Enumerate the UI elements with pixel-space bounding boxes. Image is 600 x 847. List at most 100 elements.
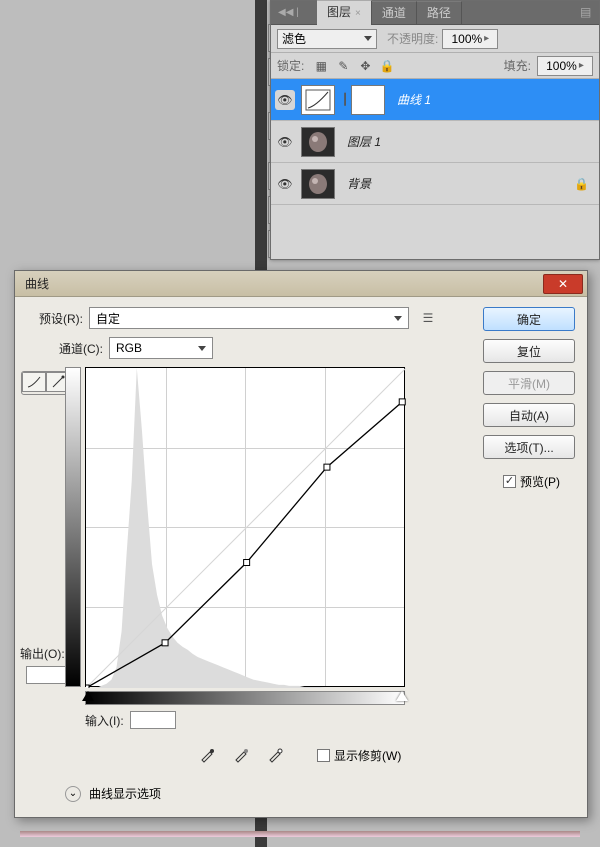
panel-collapse-icon[interactable]: ◀◀ |	[274, 4, 312, 24]
show-clipping-label: 显示修剪(W)	[334, 747, 401, 764]
lock-brush-icon[interactable]: ✎	[334, 57, 352, 75]
link-icon[interactable]: ┃	[339, 93, 351, 106]
dialog-body: 预设(R): 自定 ☰ 通道(C): RGB	[15, 297, 587, 812]
tab-layers-label: 图层	[327, 5, 351, 19]
chevron-down-icon: ⌄	[65, 786, 81, 802]
fill-input[interactable]: 100%▸	[537, 56, 593, 76]
layer-name: 曲线 1	[397, 91, 431, 108]
gray-eyedropper[interactable]	[229, 743, 253, 767]
curve-point[interactable]	[324, 464, 330, 470]
right-column: 确定 复位 平滑(M) 自动(A) 选项(T)... 预览(P)	[483, 307, 575, 802]
smooth-button[interactable]: 平滑(M)	[483, 371, 575, 395]
curve-tool-group	[21, 371, 71, 395]
preset-menu-icon[interactable]: ☰	[417, 307, 439, 329]
reset-button[interactable]: 复位	[483, 339, 575, 363]
channel-label: 通道(C):	[47, 340, 103, 357]
input-gradient[interactable]	[85, 691, 405, 705]
input-label: 输入(I):	[85, 712, 124, 729]
left-column: 预设(R): 自定 ☰ 通道(C): RGB	[27, 307, 473, 802]
point-curve-tool[interactable]	[22, 372, 46, 392]
eyedropper-row: 显示修剪(W)	[195, 743, 405, 767]
chevron-down-icon	[198, 346, 206, 351]
layer-row-image1[interactable]: 👁 图层 1	[271, 121, 599, 163]
tab-layers[interactable]: 图层 ×	[317, 0, 372, 25]
opacity-input[interactable]: 100%▸	[442, 29, 498, 49]
layer-row-curves[interactable]: 👁 ┃ 曲线 1	[271, 79, 599, 121]
white-point-slider[interactable]	[396, 691, 408, 701]
opacity-label: 不透明度:	[387, 30, 438, 47]
black-eyedropper[interactable]	[195, 743, 219, 767]
visibility-eye-icon[interactable]: 👁	[275, 174, 295, 194]
channel-value: RGB	[116, 341, 142, 355]
layer-row-background[interactable]: 👁 背景 🔒	[271, 163, 599, 205]
panel-tabs: 图层 × 通道 路径	[271, 1, 599, 25]
layers-panel: ◀◀ | 图层× 通道 路径 ▤ 滤色 不透明度: 100%▸ 锁定: ▦ ✎ …	[270, 0, 600, 260]
tab-close-icon[interactable]: ×	[355, 8, 361, 19]
chevron-down-icon: ▸	[484, 33, 489, 44]
panel-menu-icon[interactable]: ▤	[580, 5, 594, 19]
adjustment-thumb[interactable]	[301, 85, 335, 115]
black-point-slider[interactable]	[82, 691, 94, 701]
curve-point[interactable]	[162, 640, 168, 646]
output-gradient	[65, 367, 81, 687]
chevron-down-icon	[364, 36, 372, 41]
blend-mode-select[interactable]: 滤色	[277, 29, 377, 49]
curves-dialog: 曲线 ✕ 预设(R): 自定 ☰ 通道(C): RGB	[14, 270, 588, 818]
opacity-value: 100%	[451, 32, 482, 46]
auto-label: 自动(A)	[509, 407, 549, 424]
close-icon: ✕	[558, 277, 568, 291]
fill-value: 100%	[546, 59, 577, 73]
visibility-eye-icon[interactable]: 👁	[275, 132, 295, 152]
image-thumb[interactable]	[301, 169, 335, 199]
layer-name: 图层 1	[347, 133, 381, 150]
options-button[interactable]: 选项(T)...	[483, 435, 575, 459]
curve-wrap: 输入(I): 显示修剪(W) ⌄ 曲线显示选项	[65, 367, 405, 802]
reset-label: 复位	[517, 343, 541, 360]
preset-select[interactable]: 自定	[89, 307, 409, 329]
tab-paths[interactable]: 路径	[417, 1, 462, 24]
chevron-down-icon: ▸	[579, 60, 584, 71]
checkbox-icon	[503, 475, 516, 488]
input-row: 输入(I):	[85, 711, 405, 729]
lock-row: 锁定: ▦ ✎ ✥ 🔒 填充: 100%▸	[271, 53, 599, 79]
dialog-title: 曲线	[25, 275, 49, 292]
curve-svg	[86, 368, 406, 688]
lock-icon: 🔒	[574, 177, 589, 191]
curve-point[interactable]	[244, 560, 250, 566]
ok-button[interactable]: 确定	[483, 307, 575, 331]
input-input[interactable]	[130, 711, 176, 729]
mask-thumb[interactable]	[351, 85, 385, 115]
display-options-row[interactable]: ⌄ 曲线显示选项	[65, 785, 405, 802]
smooth-label: 平滑(M)	[508, 375, 550, 392]
curve-point[interactable]	[86, 685, 89, 688]
lock-transparency-icon[interactable]: ▦	[312, 57, 330, 75]
image-thumb[interactable]	[301, 127, 335, 157]
bottom-edge	[20, 831, 580, 837]
ok-label: 确定	[517, 311, 541, 328]
titlebar[interactable]: 曲线 ✕	[15, 271, 587, 297]
layer-name: 背景	[347, 175, 371, 192]
auto-button[interactable]: 自动(A)	[483, 403, 575, 427]
preview-checkbox[interactable]: 预览(P)	[503, 473, 575, 490]
curve-point[interactable]	[399, 399, 405, 405]
white-eyedropper[interactable]	[263, 743, 287, 767]
tab-channels-label: 通道	[382, 6, 406, 20]
display-options-label: 曲线显示选项	[89, 785, 161, 802]
channel-row: 通道(C): RGB	[47, 337, 473, 359]
blend-mode-value: 滤色	[282, 30, 306, 47]
curve-grid[interactable]	[85, 367, 405, 687]
visibility-eye-icon[interactable]: 👁	[275, 90, 295, 110]
show-clipping-checkbox[interactable]: 显示修剪(W)	[317, 747, 401, 764]
curve-tools: 输出(O):	[27, 367, 65, 802]
close-button[interactable]: ✕	[543, 274, 583, 294]
lock-all-icon[interactable]: 🔒	[378, 57, 396, 75]
layer-list: 👁 ┃ 曲线 1 👁 图层 1 👁 背景 🔒	[271, 79, 599, 205]
lock-move-icon[interactable]: ✥	[356, 57, 374, 75]
fill-label: 填充:	[504, 57, 531, 74]
preset-row: 预设(R): 自定 ☰	[27, 307, 473, 329]
chevron-down-icon	[394, 316, 402, 321]
lock-label: 锁定:	[277, 57, 304, 74]
tab-channels[interactable]: 通道	[372, 1, 417, 24]
checkbox-icon	[317, 749, 330, 762]
channel-select[interactable]: RGB	[109, 337, 213, 359]
